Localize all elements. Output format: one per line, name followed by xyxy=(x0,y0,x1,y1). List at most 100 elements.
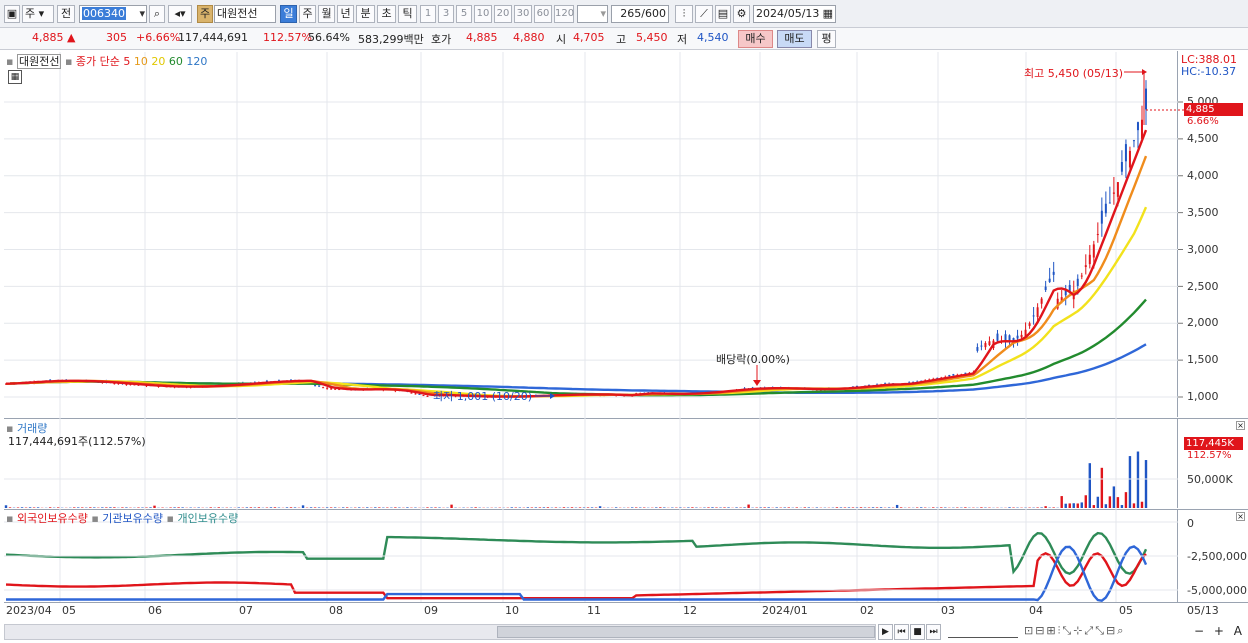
volume-bar xyxy=(1144,460,1148,508)
volume-bar xyxy=(257,507,261,508)
volume-bar xyxy=(1120,505,1124,508)
rewind-icon[interactable]: ⏮ xyxy=(894,624,909,640)
volume-bar xyxy=(245,507,249,508)
volume-tag: 117,445K xyxy=(1184,437,1243,450)
volume-bar xyxy=(879,507,883,508)
zoom-controls[interactable]: − + A xyxy=(1194,624,1245,638)
candle-body xyxy=(418,393,421,395)
volume-bar xyxy=(727,507,730,508)
legend-foreign[interactable]: 외국인보유수량 xyxy=(17,512,88,525)
holdings-axis-tick: 0 xyxy=(1187,517,1194,530)
volume-bar xyxy=(711,507,714,508)
price-axis-tick: 3,500 xyxy=(1187,206,1219,219)
volume-bar xyxy=(125,507,128,508)
volume-bar xyxy=(177,507,180,508)
volume-bar xyxy=(635,507,638,508)
volume-bar xyxy=(843,507,847,508)
legend-ma5[interactable]: 5 xyxy=(123,55,130,68)
ma60-line xyxy=(5,298,1147,397)
volume-bar xyxy=(109,507,112,508)
candle-body xyxy=(1092,244,1095,258)
volume-bar xyxy=(89,507,92,508)
legend-ma60[interactable]: 60 xyxy=(169,55,183,68)
x-axis-label: 08 xyxy=(329,604,343,617)
volume-bar xyxy=(345,507,349,508)
legend-ma120[interactable]: 120 xyxy=(186,55,207,68)
volume-bar xyxy=(36,507,40,508)
candle-body xyxy=(1080,275,1083,277)
volume-bar xyxy=(554,507,558,508)
candle-body xyxy=(410,392,413,394)
volume-bar xyxy=(807,507,811,508)
volume-bar xyxy=(534,507,538,508)
candle-body xyxy=(1076,278,1079,286)
volume-bar xyxy=(450,504,453,508)
stop-icon[interactable]: ■ xyxy=(910,624,925,640)
legend-institution[interactable]: 기관보유수량 xyxy=(102,512,163,525)
volume-bar xyxy=(269,507,273,508)
volume-bar xyxy=(663,507,666,508)
candle-body xyxy=(1016,335,1019,339)
holdings-axis-tick: -5,000,000 xyxy=(1187,584,1247,597)
volume-bar xyxy=(815,507,819,508)
volume-bar xyxy=(105,507,108,508)
volume-bar xyxy=(859,507,863,508)
candle-body xyxy=(948,374,951,377)
price-chart-canvas[interactable] xyxy=(0,0,1248,643)
volume-bar xyxy=(333,507,337,508)
legend-series[interactable]: 종가 단순 xyxy=(76,55,120,68)
volume-bar xyxy=(1084,495,1087,508)
volume-bar xyxy=(325,507,329,508)
panel-close-icon[interactable]: × xyxy=(1236,421,1245,430)
drawing-tools-icon[interactable]: ⊡⊟⊞⫶⤡⊹⤢⤡⊟⌕ xyxy=(1024,624,1125,638)
volume-bar xyxy=(1124,492,1128,508)
panel-close-icon[interactable]: × xyxy=(1236,512,1245,521)
horizontal-scrollbar[interactable] xyxy=(4,624,876,640)
x-axis-label: 03 xyxy=(941,604,955,617)
volume-bar xyxy=(562,507,566,508)
x-axis-label: 09 xyxy=(424,604,438,617)
candle-body xyxy=(1112,192,1115,194)
legend-stock-name[interactable]: 대원전선 xyxy=(16,54,62,69)
volume-bar xyxy=(301,505,305,508)
volume-bar xyxy=(763,507,766,508)
dividend-annotation: 배당락(0.00%) xyxy=(716,353,790,366)
fast-forward-icon[interactable]: ⏭ xyxy=(926,624,941,640)
candle-body xyxy=(1136,122,1139,131)
volume-pct-tag: 112.57% xyxy=(1187,450,1232,461)
volume-bar xyxy=(570,507,574,508)
hc-value: HC:-10.37 xyxy=(1181,65,1237,78)
volume-bar xyxy=(775,507,778,508)
volume-bar xyxy=(920,507,923,508)
volume-bar xyxy=(366,507,369,508)
volume-bar xyxy=(1060,496,1063,508)
volume-bar xyxy=(1068,503,1071,508)
candle-body xyxy=(1028,323,1031,326)
volume-bar xyxy=(851,507,855,508)
candle-body xyxy=(1100,210,1103,224)
volume-bar xyxy=(586,507,590,508)
legend-individual[interactable]: 개인보유수량 xyxy=(177,512,238,525)
volume-bar xyxy=(1092,505,1096,508)
volume-bar xyxy=(1136,451,1140,508)
candle-body xyxy=(1128,150,1131,168)
x-axis-label: 05 xyxy=(1119,604,1133,617)
legend-ma20[interactable]: 20 xyxy=(151,55,165,68)
legend-ma10[interactable]: 10 xyxy=(134,55,148,68)
volume-bar xyxy=(113,507,116,508)
volume-bar xyxy=(871,507,875,508)
ma5-line xyxy=(5,129,1148,398)
scrollbar-thumb[interactable] xyxy=(497,626,875,638)
volume-bar xyxy=(1044,506,1047,508)
scroll-right-icon[interactable]: ▶ xyxy=(878,624,893,640)
volume-bar xyxy=(630,507,634,508)
volume-bar xyxy=(93,507,96,508)
volume-bar xyxy=(538,507,542,508)
candle-body xyxy=(1108,202,1111,204)
candle-body xyxy=(1036,307,1039,317)
volume-bar xyxy=(56,507,60,508)
volume-bar xyxy=(73,507,76,508)
speed-slider[interactable] xyxy=(948,626,1018,638)
table-icon[interactable]: ▦ xyxy=(8,70,22,84)
volume-bar xyxy=(273,507,277,508)
